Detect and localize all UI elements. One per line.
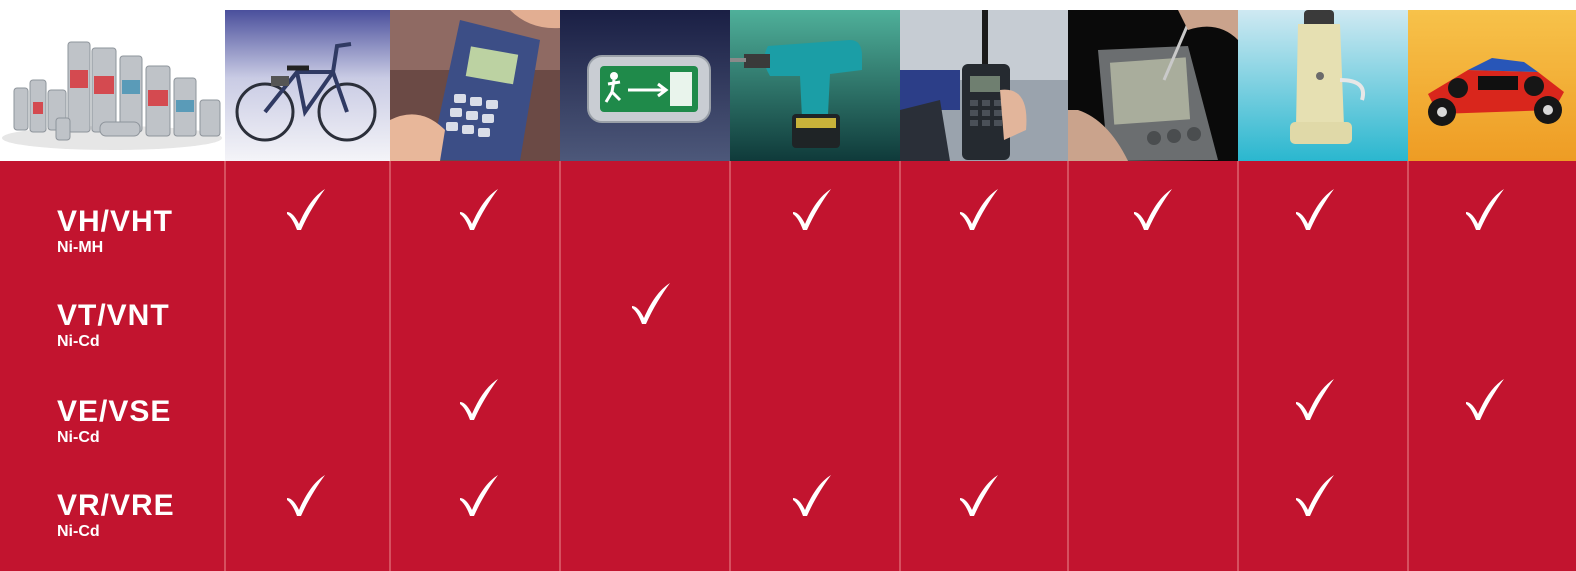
row-title: VH/VHT <box>57 205 174 238</box>
check-mark-icon <box>790 472 834 518</box>
column-divider <box>1407 161 1409 571</box>
row-chemistry: Ni-Cd <box>57 523 100 540</box>
row-chemistry: Ni-MH <box>57 239 104 256</box>
row-label-vh-vht: VH/VHT Ni-MH <box>57 205 173 257</box>
row-title: VE/VSE <box>57 395 172 428</box>
two-way-radio-image <box>900 10 1068 161</box>
check-mark-icon <box>790 186 834 232</box>
bicycle-image <box>225 10 390 161</box>
column-divider <box>1237 161 1239 571</box>
cordless-drill-image <box>730 10 900 161</box>
check-mark-icon <box>457 376 501 422</box>
exit-sign-image <box>560 10 730 161</box>
column-divider <box>559 161 561 571</box>
battery-range-image <box>0 10 225 161</box>
check-mark-icon <box>1293 472 1337 518</box>
row-label-ve-vse: VE/VSE Ni-Cd <box>57 395 171 447</box>
check-mark-icon <box>957 472 1001 518</box>
column-divider <box>899 161 901 571</box>
battery-application-chart: VH/VHT Ni-MH VT/VNT Ni-Cd VE/VSE Ni-Cd V… <box>0 0 1576 571</box>
payment-terminal-image <box>390 10 560 161</box>
column-divider <box>389 161 391 571</box>
check-mark-icon <box>957 186 1001 232</box>
check-mark-icon <box>1293 186 1337 232</box>
check-mark-icon <box>1131 186 1175 232</box>
check-mark-icon <box>1463 186 1507 232</box>
compatibility-table: VH/VHT Ni-MH VT/VNT Ni-Cd VE/VSE Ni-Cd V… <box>0 161 1576 571</box>
pda-image <box>1068 10 1238 161</box>
row-label-vr-vre: VR/VRE Ni-Cd <box>57 489 175 541</box>
header-image-strip <box>0 0 1576 161</box>
check-mark-icon <box>629 280 673 326</box>
row-label-vt-vnt: VT/VNT Ni-Cd <box>57 299 170 351</box>
check-mark-icon <box>457 186 501 232</box>
check-mark-icon <box>1463 376 1507 422</box>
row-title: VR/VRE <box>57 489 175 522</box>
electric-shaver-image <box>1238 10 1408 161</box>
check-mark-icon <box>284 186 328 232</box>
row-chemistry: Ni-Cd <box>57 429 100 446</box>
column-divider <box>729 161 731 571</box>
check-mark-icon <box>1293 376 1337 422</box>
row-title: VT/VNT <box>57 299 170 332</box>
column-divider <box>224 161 226 571</box>
check-mark-icon <box>284 472 328 518</box>
column-divider <box>1067 161 1069 571</box>
rc-car-image <box>1408 10 1576 161</box>
check-mark-icon <box>457 472 501 518</box>
row-chemistry: Ni-Cd <box>57 333 100 350</box>
